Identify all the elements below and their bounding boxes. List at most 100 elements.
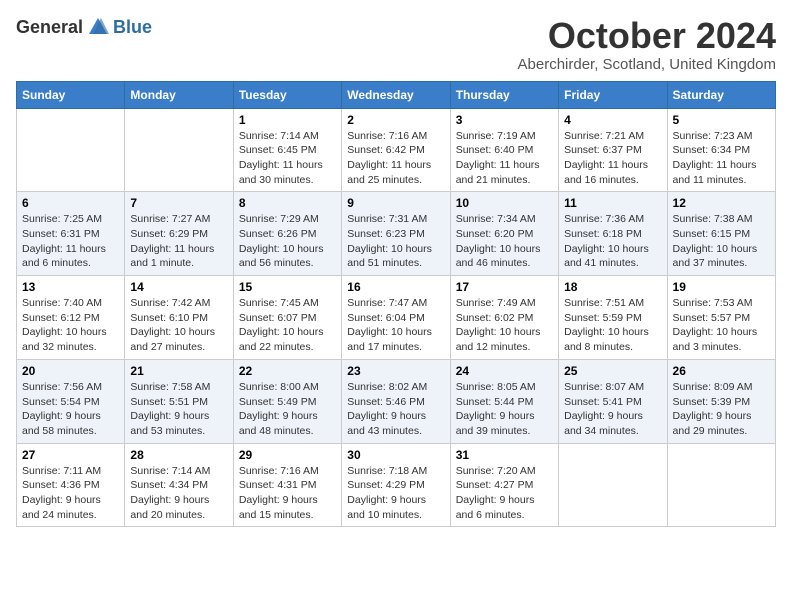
table-cell: 29Sunrise: 7:16 AM Sunset: 4:31 PM Dayli… <box>233 443 341 527</box>
day-number: 3 <box>456 113 553 127</box>
table-cell: 3 Sunrise: 7:19 AM Sunset: 6:40 PM Daylig… <box>450 108 558 192</box>
table-cell: 15Sunrise: 7:45 AM Sunset: 6:07 PM Dayli… <box>233 276 341 360</box>
day-detail: Sunrise: 7:14 AM Sunset: 4:34 PM Dayligh… <box>130 464 227 523</box>
day-number: 25 <box>564 364 661 378</box>
logo-icon <box>87 16 109 38</box>
table-cell: 7Sunrise: 7:27 AM Sunset: 6:29 PM Daylig… <box>125 192 233 276</box>
header-tuesday: Tuesday <box>233 81 341 108</box>
day-detail: Sunrise: 8:02 AM Sunset: 5:46 PM Dayligh… <box>347 380 444 439</box>
day-detail: Sunrise: 7:29 AM Sunset: 6:26 PM Dayligh… <box>239 212 336 271</box>
day-detail: Sunrise: 7:31 AM Sunset: 6:23 PM Dayligh… <box>347 212 444 271</box>
table-cell: 11Sunrise: 7:36 AM Sunset: 6:18 PM Dayli… <box>559 192 667 276</box>
table-cell: 14 Sunrise: 7:42 AM Sunset: 6:10 PM Dayli… <box>125 276 233 360</box>
day-detail: Sunrise: 7:34 AM Sunset: 6:20 PM Dayligh… <box>456 212 553 271</box>
table-cell: 13 Sunrise: 7:40 AM Sunset: 6:12 PM Dayli… <box>17 276 125 360</box>
day-number: 24 <box>456 364 553 378</box>
week-row-5: 27Sunrise: 7:11 AM Sunset: 4:36 PM Dayli… <box>17 443 776 527</box>
table-cell: 22 Sunrise: 8:00 AM Sunset: 5:49 PM Dayli… <box>233 359 341 443</box>
table-cell: 24 Sunrise: 8:05 AM Sunset: 5:44 PM Dayli… <box>450 359 558 443</box>
day-detail: Sunrise: 7:56 AM Sunset: 5:54 PM Dayligh… <box>22 380 119 439</box>
day-number: 29 <box>239 448 336 462</box>
day-number: 12 <box>673 196 770 210</box>
day-number: 19 <box>673 280 770 294</box>
day-detail: Sunrise: 7:19 AM Sunset: 6:40 PM Dayligh… <box>456 129 553 188</box>
table-cell: 5 Sunrise: 7:23 AM Sunset: 6:34 PM Daylig… <box>667 108 775 192</box>
table-cell <box>559 443 667 527</box>
day-number: 21 <box>130 364 227 378</box>
title-area: October 2024 Aberchirder, Scotland, Unit… <box>518 16 776 73</box>
day-number: 2 <box>347 113 444 127</box>
page-header: General Blue October 2024 Aberchirder, S… <box>16 16 776 73</box>
header-row: Sunday Monday Tuesday Wednesday Thursday… <box>17 81 776 108</box>
day-detail: Sunrise: 8:05 AM Sunset: 5:44 PM Dayligh… <box>456 380 553 439</box>
table-cell: 10 Sunrise: 7:34 AM Sunset: 6:20 PM Dayli… <box>450 192 558 276</box>
header-sunday: Sunday <box>17 81 125 108</box>
table-cell <box>17 108 125 192</box>
table-cell: 17 Sunrise: 7:49 AM Sunset: 6:02 PM Dayli… <box>450 276 558 360</box>
table-cell <box>667 443 775 527</box>
header-thursday: Thursday <box>450 81 558 108</box>
day-number: 28 <box>130 448 227 462</box>
day-number: 16 <box>347 280 444 294</box>
day-detail: Sunrise: 7:21 AM Sunset: 6:37 PM Dayligh… <box>564 129 661 188</box>
month-title: October 2024 <box>518 16 776 56</box>
table-cell: 23 Sunrise: 8:02 AM Sunset: 5:46 PM Dayli… <box>342 359 450 443</box>
table-cell: 18 Sunrise: 7:51 AM Sunset: 5:59 PM Dayli… <box>559 276 667 360</box>
day-detail: Sunrise: 7:27 AM Sunset: 6:29 PM Dayligh… <box>130 212 227 271</box>
logo-blue: Blue <box>113 17 152 38</box>
day-number: 5 <box>673 113 770 127</box>
table-cell: 1Sunrise: 7:14 AM Sunset: 6:45 PM Daylig… <box>233 108 341 192</box>
day-number: 26 <box>673 364 770 378</box>
logo-general: General <box>16 17 83 38</box>
day-number: 14 <box>130 280 227 294</box>
day-detail: Sunrise: 8:00 AM Sunset: 5:49 PM Dayligh… <box>239 380 336 439</box>
day-detail: Sunrise: 7:36 AM Sunset: 6:18 PM Dayligh… <box>564 212 661 271</box>
table-cell: 8Sunrise: 7:29 AM Sunset: 6:26 PM Daylig… <box>233 192 341 276</box>
day-detail: Sunrise: 7:58 AM Sunset: 5:51 PM Dayligh… <box>130 380 227 439</box>
day-number: 17 <box>456 280 553 294</box>
table-cell: 27Sunrise: 7:11 AM Sunset: 4:36 PM Dayli… <box>17 443 125 527</box>
week-row-2: 6 Sunrise: 7:25 AM Sunset: 6:31 PM Daylig… <box>17 192 776 276</box>
header-monday: Monday <box>125 81 233 108</box>
day-number: 18 <box>564 280 661 294</box>
day-detail: Sunrise: 7:25 AM Sunset: 6:31 PM Dayligh… <box>22 212 119 271</box>
day-detail: Sunrise: 7:18 AM Sunset: 4:29 PM Dayligh… <box>347 464 444 523</box>
table-cell: 16 Sunrise: 7:47 AM Sunset: 6:04 PM Dayli… <box>342 276 450 360</box>
table-cell: 21 Sunrise: 7:58 AM Sunset: 5:51 PM Dayli… <box>125 359 233 443</box>
day-detail: Sunrise: 7:14 AM Sunset: 6:45 PM Dayligh… <box>239 129 336 188</box>
day-number: 6 <box>22 196 119 210</box>
table-cell: 9Sunrise: 7:31 AM Sunset: 6:23 PM Daylig… <box>342 192 450 276</box>
day-detail: Sunrise: 7:42 AM Sunset: 6:10 PM Dayligh… <box>130 296 227 355</box>
week-row-1: 1Sunrise: 7:14 AM Sunset: 6:45 PM Daylig… <box>17 108 776 192</box>
day-detail: Sunrise: 7:23 AM Sunset: 6:34 PM Dayligh… <box>673 129 770 188</box>
table-cell <box>125 108 233 192</box>
day-number: 13 <box>22 280 119 294</box>
table-cell: 26 Sunrise: 8:09 AM Sunset: 5:39 PM Dayli… <box>667 359 775 443</box>
day-detail: Sunrise: 7:45 AM Sunset: 6:07 PM Dayligh… <box>239 296 336 355</box>
day-number: 23 <box>347 364 444 378</box>
day-detail: Sunrise: 7:53 AM Sunset: 5:57 PM Dayligh… <box>673 296 770 355</box>
day-number: 22 <box>239 364 336 378</box>
day-detail: Sunrise: 7:51 AM Sunset: 5:59 PM Dayligh… <box>564 296 661 355</box>
day-number: 10 <box>456 196 553 210</box>
day-detail: Sunrise: 7:47 AM Sunset: 6:04 PM Dayligh… <box>347 296 444 355</box>
day-detail: Sunrise: 7:40 AM Sunset: 6:12 PM Dayligh… <box>22 296 119 355</box>
table-cell: 28 Sunrise: 7:14 AM Sunset: 4:34 PM Dayli… <box>125 443 233 527</box>
header-friday: Friday <box>559 81 667 108</box>
day-detail: Sunrise: 7:11 AM Sunset: 4:36 PM Dayligh… <box>22 464 119 523</box>
day-detail: Sunrise: 8:09 AM Sunset: 5:39 PM Dayligh… <box>673 380 770 439</box>
table-cell: 4Sunrise: 7:21 AM Sunset: 6:37 PM Daylig… <box>559 108 667 192</box>
day-number: 20 <box>22 364 119 378</box>
day-detail: Sunrise: 7:20 AM Sunset: 4:27 PM Dayligh… <box>456 464 553 523</box>
day-detail: Sunrise: 7:49 AM Sunset: 6:02 PM Dayligh… <box>456 296 553 355</box>
week-row-4: 20 Sunrise: 7:56 AM Sunset: 5:54 PM Dayli… <box>17 359 776 443</box>
header-wednesday: Wednesday <box>342 81 450 108</box>
calendar-table: Sunday Monday Tuesday Wednesday Thursday… <box>16 81 776 528</box>
table-cell: 31Sunrise: 7:20 AM Sunset: 4:27 PM Dayli… <box>450 443 558 527</box>
table-cell: 20 Sunrise: 7:56 AM Sunset: 5:54 PM Dayli… <box>17 359 125 443</box>
table-cell: 2Sunrise: 7:16 AM Sunset: 6:42 PM Daylig… <box>342 108 450 192</box>
header-saturday: Saturday <box>667 81 775 108</box>
table-cell: 30Sunrise: 7:18 AM Sunset: 4:29 PM Dayli… <box>342 443 450 527</box>
table-cell: 25Sunrise: 8:07 AM Sunset: 5:41 PM Dayli… <box>559 359 667 443</box>
table-cell: 6 Sunrise: 7:25 AM Sunset: 6:31 PM Daylig… <box>17 192 125 276</box>
